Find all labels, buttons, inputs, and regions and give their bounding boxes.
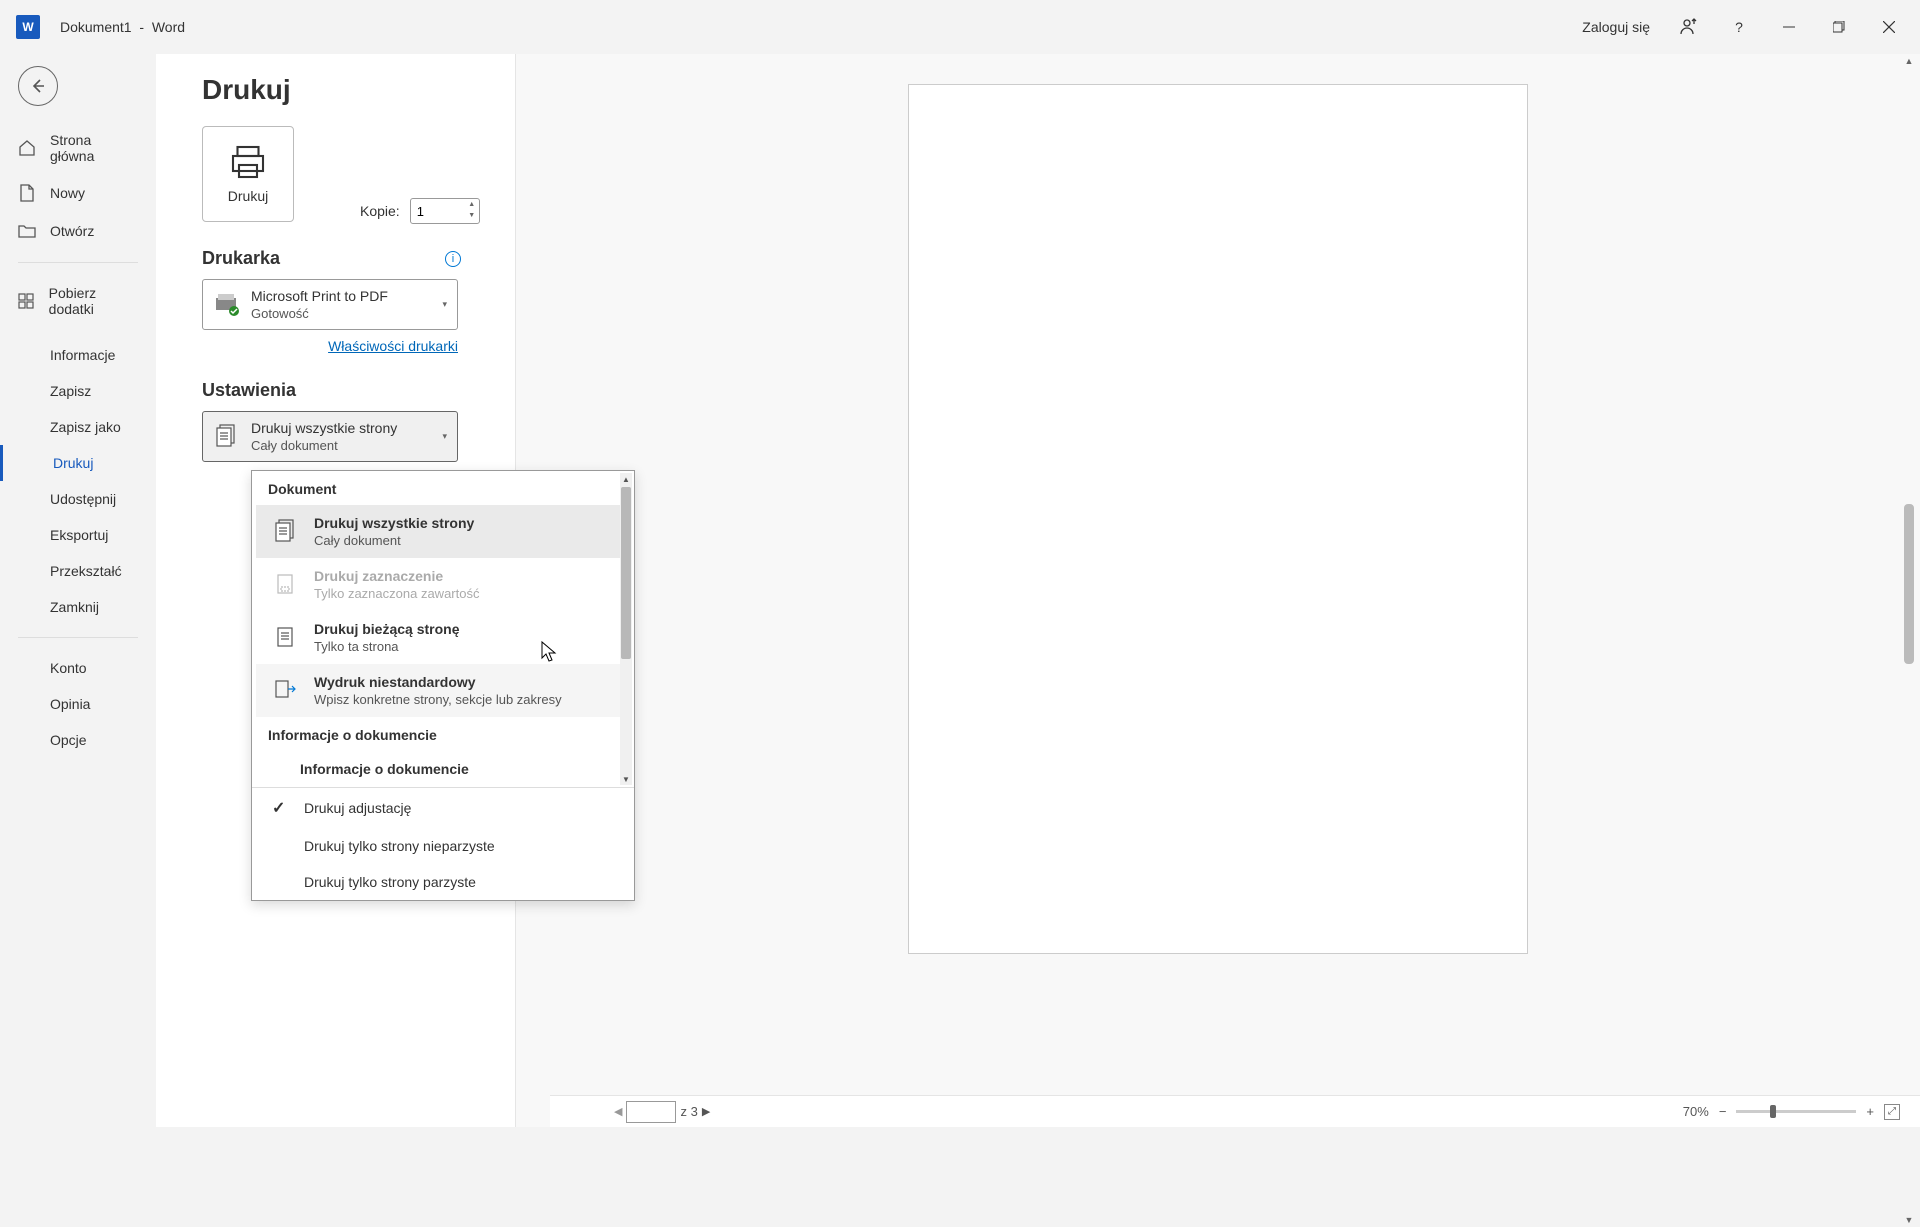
print-title: Drukuj [202,74,515,106]
document-title: Dokument1 - Word [60,19,185,35]
help-button[interactable]: ? [1716,7,1762,47]
popup-item-print-selection: Drukuj zaznaczenie Tylko zaznaczona zawa… [256,558,630,611]
copies-spinner[interactable]: ▲ ▼ [466,199,478,221]
nav-addins[interactable]: Pobierz dodatki [0,275,156,327]
printer-properties-link[interactable]: Właściwości drukarki [202,338,458,354]
nav-info[interactable]: Informacje [0,337,156,373]
print-what-line1: Drukuj wszystkie strony [251,420,432,436]
spinner-down-icon[interactable]: ▼ [466,210,478,221]
preview-statusbar: ◀ z 3 ▶ 70% − + ⤢ [550,1095,1920,1127]
print-button[interactable]: Drukuj [202,126,294,222]
popup-check-even[interactable]: Drukuj tylko strony parzyste [252,864,634,900]
popup-scrollbar-thumb[interactable] [621,487,631,659]
spinner-up-icon[interactable]: ▲ [466,199,478,210]
popup-scrollbar[interactable]: ▲ ▼ [620,473,632,785]
scroll-down-icon[interactable]: ▼ [620,773,632,785]
folder-open-icon [18,222,36,240]
nav-transform[interactable]: Przekształć [0,553,156,589]
print-button-label: Drukuj [228,188,268,204]
nav-feedback[interactable]: Opinia [0,686,156,722]
page-custom-icon [272,677,300,705]
nav-account[interactable]: Konto [0,650,156,686]
addins-icon [18,292,35,310]
sign-in-button[interactable]: Zaloguj się [1570,19,1662,35]
popup-item-print-all[interactable]: Drukuj wszystkie strony Cały dokument [256,505,630,558]
maximize-button[interactable] [1816,7,1862,47]
popup-check-markup[interactable]: ✓ Drukuj adjustację [252,788,634,828]
popup-item-doc-info[interactable]: Informacje o dokumencie [256,751,630,787]
nav-share[interactable]: Udostępnij [0,481,156,517]
nav-export[interactable]: Eksportuj [0,517,156,553]
minimize-button[interactable] [1766,7,1812,47]
copies-label: Kopie: [360,203,400,219]
printer-section-title: Drukarka [202,248,280,269]
pages-icon [213,423,241,451]
print-what-popup: Dokument Drukuj wszystkie strony Cały do… [251,470,635,901]
nav-new[interactable]: Nowy [0,174,156,212]
backstage-sidebar: Strona główna Nowy Otwórz Pobierz dodatk… [0,54,156,1127]
nav-home[interactable]: Strona główna [0,122,156,174]
chevron-down-icon: ▾ [442,299,447,310]
page-total: z 3 [680,1104,697,1119]
nav-options[interactable]: Opcje [0,722,156,758]
page-selection-icon [272,571,300,599]
titlebar: W Dokument1 - Word Zaloguj się ? [0,0,1920,54]
zoom-slider[interactable] [1736,1110,1856,1113]
nav-close[interactable]: Zamknij [0,589,156,625]
printer-status: Gotowość [251,306,432,321]
preview-scroll-down-icon[interactable]: ▼ [1902,1213,1916,1227]
page-number-input[interactable] [626,1101,676,1123]
preview-scrollbar[interactable] [1904,64,1914,744]
zoom-slider-thumb[interactable] [1770,1105,1776,1118]
nav-save[interactable]: Zapisz [0,373,156,409]
nav-open[interactable]: Otwórz [0,212,156,250]
preview-scrollbar-thumb[interactable] [1904,504,1914,664]
new-doc-icon [18,184,36,202]
pages-all-icon [272,518,300,546]
check-icon: ✓ [272,798,290,818]
printer-icon [230,144,266,180]
popup-item-print-current[interactable]: Drukuj bieżącą stronę Tylko ta strona [256,611,630,664]
home-icon [18,139,36,157]
popup-check-odd[interactable]: Drukuj tylko strony nieparzyste [252,828,634,864]
printer-name: Microsoft Print to PDF [251,288,432,304]
word-app-icon: W [16,15,40,39]
scroll-up-icon[interactable]: ▲ [620,473,632,485]
printer-dropdown[interactable]: Microsoft Print to PDF Gotowość ▾ [202,279,458,330]
settings-section-title: Ustawienia [202,380,515,401]
zoom-in-icon[interactable]: + [1866,1104,1874,1119]
print-what-line2: Cały dokument [251,438,432,453]
page-current-icon [272,624,300,652]
nav-saveas[interactable]: Zapisz jako [0,409,156,445]
zoom-percent[interactable]: 70% [1683,1104,1709,1119]
close-button[interactable] [1866,7,1912,47]
print-preview-area: ▲ ▼ [516,54,1920,1127]
page-preview [908,84,1528,954]
page-next-icon[interactable]: ▶ [702,1105,710,1118]
zoom-fit-icon[interactable]: ⤢ [1884,1104,1900,1120]
printer-info-icon[interactable]: i [445,251,461,267]
page-prev-icon[interactable]: ◀ [614,1105,622,1118]
popup-header-document: Dokument [252,471,634,505]
printer-ready-icon [213,291,241,319]
print-what-dropdown[interactable]: Drukuj wszystkie strony Cały dokument ▾ [202,411,458,462]
back-button[interactable] [18,66,58,106]
popup-item-custom-print[interactable]: Wydruk niestandardowy Wpisz konkretne st… [256,664,630,717]
popup-header-docinfo: Informacje o dokumencie [252,717,634,751]
nav-print[interactable]: Drukuj [0,445,156,481]
zoom-out-icon[interactable]: − [1719,1104,1727,1119]
account-manager-icon[interactable] [1666,7,1712,47]
chevron-down-icon: ▾ [442,431,447,442]
